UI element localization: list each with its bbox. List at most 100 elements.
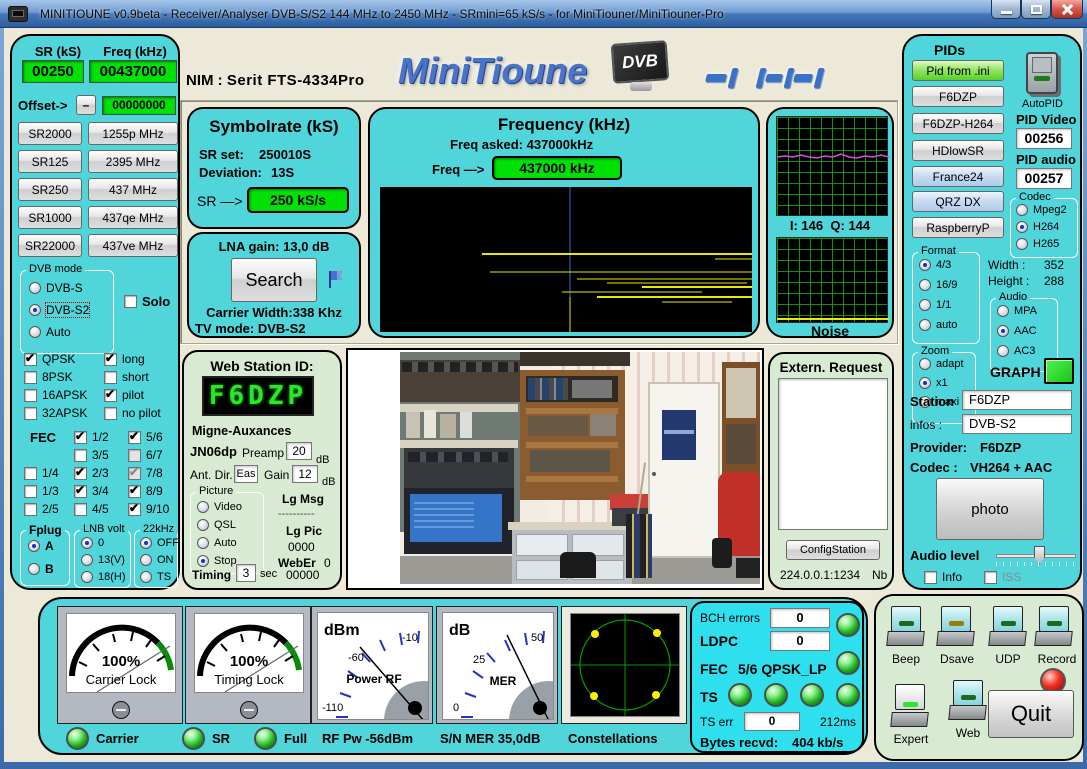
udp-switch[interactable] (990, 606, 1026, 650)
offset-value-field[interactable]: 00000000 (102, 96, 176, 115)
long-checkbox[interactable]: long (104, 352, 145, 366)
quit-button[interactable]: Quit (988, 690, 1074, 738)
pid-f6dzp-h264-button[interactable]: F6DZP-H264 (912, 113, 1004, 134)
fec-13-checkbox[interactable]: 1/3 (24, 484, 59, 498)
qpsk-checkbox[interactable]: QPSK (24, 352, 75, 366)
radio-dvb-s2[interactable]: DVB-S2 (29, 303, 89, 317)
zoom-x1-radio[interactable]: x1 (919, 377, 948, 389)
zoom-adapt-radio[interactable]: adapt (919, 358, 964, 370)
solo-checkbox[interactable]: Solo (124, 294, 170, 309)
freq-value-field[interactable]: 00437000 (89, 60, 177, 83)
dsave-switch[interactable] (938, 606, 974, 650)
fec-35-checkbox[interactable]: 3/5 (74, 448, 109, 462)
preset-437-button[interactable]: 437 MHz (88, 178, 178, 201)
preset-1255-button[interactable]: 1255p MHz (88, 122, 178, 145)
graph-indicator-button[interactable] (1044, 358, 1074, 384)
search-button[interactable]: Search (231, 258, 317, 302)
8psk-checkbox[interactable]: 8PSK (24, 370, 73, 384)
iss-checkbox[interactable]: ISS (984, 570, 1021, 584)
preset-sr1000-button[interactable]: SR1000 (18, 206, 82, 229)
pid-france24-button[interactable]: France24 (912, 166, 1004, 187)
fplug-a-radio[interactable]: A (28, 539, 54, 553)
pid-raspberryp-button[interactable]: RaspberryP (912, 217, 1004, 238)
maximize-button[interactable] (1021, 0, 1051, 19)
fec-78-checkbox[interactable]: 7/8 (128, 466, 163, 480)
fec-45-checkbox[interactable]: 4/5 (74, 502, 109, 516)
offset-minus-button[interactable]: – (76, 95, 96, 115)
web-switch[interactable] (950, 680, 986, 724)
fec-12-checkbox[interactable]: 1/2 (74, 430, 109, 444)
timing-field[interactable]: 3 (236, 564, 256, 582)
preset-sr22000-button[interactable]: SR22000 (18, 234, 82, 257)
minimize-button[interactable] (991, 0, 1021, 19)
preset-2395-button[interactable]: 2395 MHz (88, 150, 178, 173)
fplug-b-radio[interactable]: B (28, 562, 54, 576)
pid-video-field[interactable]: 00256 (1016, 128, 1072, 149)
pid-hdlowsr-button[interactable]: HDlowSR (912, 140, 1004, 161)
fec-89-checkbox[interactable]: 8/9 (128, 484, 163, 498)
close-button[interactable] (1051, 0, 1083, 19)
config-station-button[interactable]: ConfigStation (786, 540, 880, 560)
preset-437ve-button[interactable]: 437ve MHz (88, 234, 178, 257)
radio-dvb-s[interactable]: DVB-S (29, 281, 83, 295)
22khz-off-radio[interactable]: OFF (140, 537, 179, 549)
audio-level-slider[interactable] (996, 546, 1076, 566)
audio-ac3-radio[interactable]: AC3 (997, 345, 1035, 357)
preset-sr2000-button[interactable]: SR2000 (18, 122, 82, 145)
preset-sr125-button[interactable]: SR125 (18, 150, 82, 173)
22khz-on-radio[interactable]: ON (140, 554, 174, 566)
station-field[interactable]: F6DZP (962, 390, 1072, 410)
codec-h264-radio[interactable]: H264 (1016, 221, 1059, 233)
sr-current-field[interactable]: 250 kS/s (247, 187, 349, 213)
pid-f6dzp-button[interactable]: F6DZP (912, 86, 1004, 107)
pid-qrzdx-button[interactable]: QRZ DX (912, 191, 1004, 212)
beep-switch[interactable] (888, 606, 924, 650)
preset-437qe-button[interactable]: 437qe MHz (88, 206, 178, 229)
picture-auto-radio[interactable]: Auto (197, 537, 237, 549)
audio-aac-radio[interactable]: AAC (997, 325, 1037, 337)
fec-56-checkbox[interactable]: 5/6 (128, 430, 163, 444)
pid-from-ini-button[interactable]: Pid from .ini (912, 60, 1004, 81)
fec-14-checkbox[interactable]: 1/4 (24, 466, 59, 480)
sr-value-field[interactable]: 00250 (22, 60, 84, 83)
lnb-18h-radio[interactable]: 18(H) (81, 571, 126, 583)
format-11-radio[interactable]: 1/1 (919, 299, 951, 311)
codec-mpeg2-radio[interactable]: Mpeg2 (1016, 204, 1067, 216)
fec-67-checkbox[interactable]: 6/7 (128, 448, 163, 462)
picture-qsl-radio[interactable]: QSL (197, 519, 236, 531)
photo-button[interactable]: photo (936, 478, 1044, 540)
extern-listbox[interactable] (778, 378, 888, 530)
autopid-icon[interactable] (1026, 52, 1058, 94)
title-bar[interactable]: MINITIOUNE v0.9beta - Receiver/Analyser … (0, 0, 1087, 28)
format-43-radio[interactable]: 4/3 (919, 259, 951, 271)
fec-34-checkbox[interactable]: 3/4 (74, 484, 109, 498)
format-169-radio[interactable]: 16/9 (919, 279, 957, 291)
16apsk-checkbox[interactable]: 16APSK (24, 388, 87, 402)
preset-sr250-button[interactable]: SR250 (18, 178, 82, 201)
fec-910-checkbox[interactable]: 9/10 (128, 502, 169, 516)
picture-stop-radio[interactable]: Stop (197, 555, 237, 567)
format-auto-radio[interactable]: auto (919, 319, 957, 331)
codec-h265-radio[interactable]: H265 (1016, 238, 1059, 250)
gain-field[interactable]: 12 (292, 465, 318, 483)
preamp-field[interactable]: 20 (286, 442, 312, 460)
32apsk-checkbox[interactable]: 32APSK (24, 406, 87, 420)
record-switch[interactable] (1036, 606, 1072, 650)
lnb-0-radio[interactable]: 0 (81, 537, 104, 549)
radio-dvb-auto[interactable]: Auto (29, 325, 71, 339)
22khz-ts-radio[interactable]: TS (140, 571, 171, 583)
nopilot-checkbox[interactable]: no pilot (104, 406, 161, 420)
short-checkbox[interactable]: short (104, 370, 149, 384)
fec-23-checkbox[interactable]: 2/3 (74, 466, 109, 480)
infos-field[interactable]: DVB-S2 (962, 414, 1072, 434)
info-checkbox[interactable]: Info (924, 570, 962, 584)
pilot-checkbox[interactable]: pilot (104, 388, 144, 402)
expert-switch[interactable] (892, 684, 928, 728)
fec-25-checkbox[interactable]: 2/5 (24, 502, 59, 516)
freq-current-field[interactable]: 437000 kHz (492, 156, 622, 180)
pid-audio-field[interactable]: 00257 (1016, 168, 1072, 189)
antdir-field[interactable]: Eas (234, 465, 258, 483)
lnb-13v-radio[interactable]: 13(V) (81, 554, 125, 566)
audio-mpa-radio[interactable]: MPA (997, 305, 1037, 317)
picture-video-radio[interactable]: Video (197, 501, 242, 513)
